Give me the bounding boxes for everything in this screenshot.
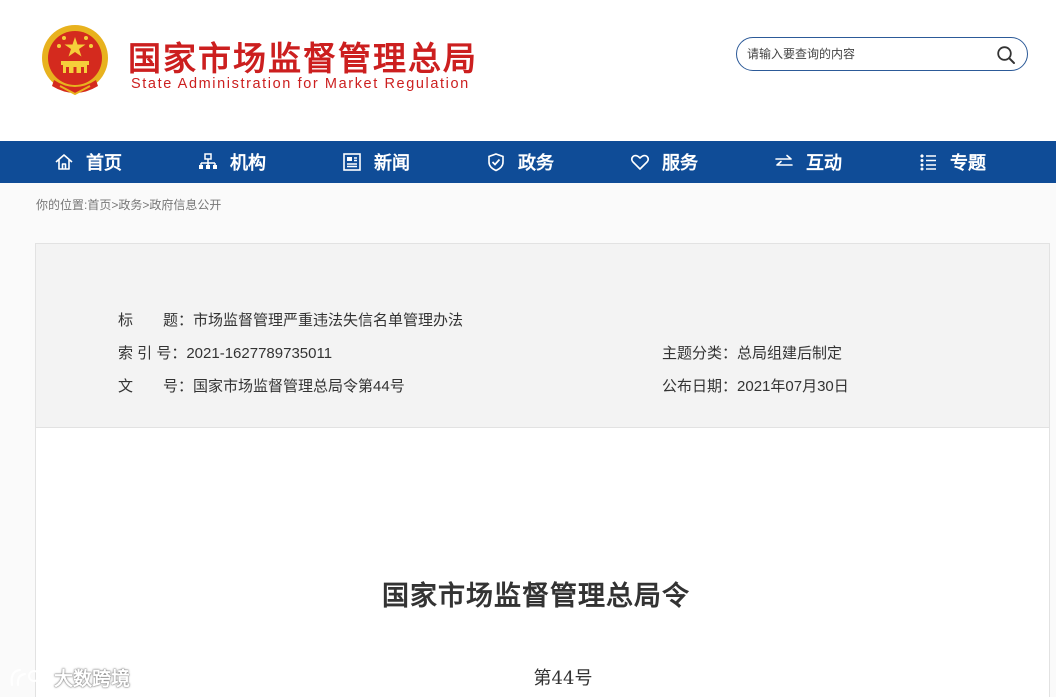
nav-item-label: 服务 <box>662 153 698 173</box>
meta-category-label: 主题分类： <box>662 345 738 362</box>
swap-arrows-icon <box>775 154 793 166</box>
main-nav: 首页 机构 新闻 政务 服务 互动 专题 <box>0 141 1056 183</box>
meta-index-label: 索 引 号： <box>118 345 187 362</box>
meta-title-value: 市场监督管理严重违法失信名单管理办法 <box>193 312 464 329</box>
watermark-text: 大数跨境 <box>54 669 131 690</box>
search-box <box>736 37 1028 71</box>
meta-index-value: 2021-1627789735011 <box>186 345 333 362</box>
meta-category-row: 主题分类：总局组建后制定 <box>662 342 842 363</box>
document-content-panel <box>35 428 1050 697</box>
watermark: 大数跨境 <box>8 664 130 691</box>
search-icon[interactable] <box>996 45 1016 65</box>
nav-item-label: 互动 <box>806 153 842 173</box>
meta-title-row: 标 题：市场监督管理严重违法失信名单管理办法 <box>118 309 463 330</box>
meta-docno-label: 文 号： <box>118 378 194 395</box>
nav-item-label: 机构 <box>230 153 266 173</box>
meta-title-label: 标 题： <box>118 312 194 329</box>
org-chart-icon <box>199 153 217 169</box>
nav-item-label: 政务 <box>518 153 554 173</box>
nav-item-interaction[interactable]: 互动 <box>774 141 842 183</box>
site-subtitle: State Administration for Market Regulati… <box>131 76 470 92</box>
search-input[interactable] <box>747 44 987 64</box>
breadcrumb[interactable]: 你的位置:首页>政务>政府信息公开 <box>36 196 221 213</box>
shield-icon <box>488 153 504 172</box>
document-number: 第44号 <box>533 668 593 689</box>
meta-date-label: 公布日期： <box>662 378 738 395</box>
meta-index-row: 索 引 号：2021-1627789735011 <box>118 342 332 363</box>
nav-item-organization[interactable]: 机构 <box>198 141 266 183</box>
meta-date-row: 公布日期：2021年07月30日 <box>662 375 849 396</box>
meta-docno-value: 国家市场监督管理总局令第44号 <box>193 378 405 395</box>
site-title[interactable]: 国家市场监督管理总局 <box>128 32 478 80</box>
site-header: 国家市场监督管理总局 State Administration for Mark… <box>0 0 1056 141</box>
nav-item-government-affairs[interactable]: 政务 <box>486 141 554 183</box>
meta-date-value: 2021年07月30日 <box>737 378 849 395</box>
meta-docno-row: 文 号：国家市场监督管理总局令第44号 <box>118 375 405 396</box>
nav-item-home[interactable]: 首页 <box>54 141 122 183</box>
national-emblem-icon[interactable] <box>40 24 110 98</box>
document-heading: 国家市场监督管理总局令 <box>382 581 690 612</box>
watermark-logo-icon <box>10 668 48 686</box>
nav-item-services[interactable]: 服务 <box>630 141 698 183</box>
nav-item-topics[interactable]: 专题 <box>918 141 986 183</box>
newspaper-icon <box>343 153 361 171</box>
nav-item-label: 专题 <box>950 153 986 173</box>
nav-item-label: 新闻 <box>374 153 410 173</box>
heart-icon <box>630 154 650 170</box>
nav-item-label: 首页 <box>86 153 122 173</box>
topic-list-icon <box>920 154 936 171</box>
document-metadata-panel <box>35 243 1050 428</box>
home-icon <box>55 154 73 170</box>
nav-item-news[interactable]: 新闻 <box>342 141 410 183</box>
meta-category-value: 总局组建后制定 <box>737 345 843 362</box>
